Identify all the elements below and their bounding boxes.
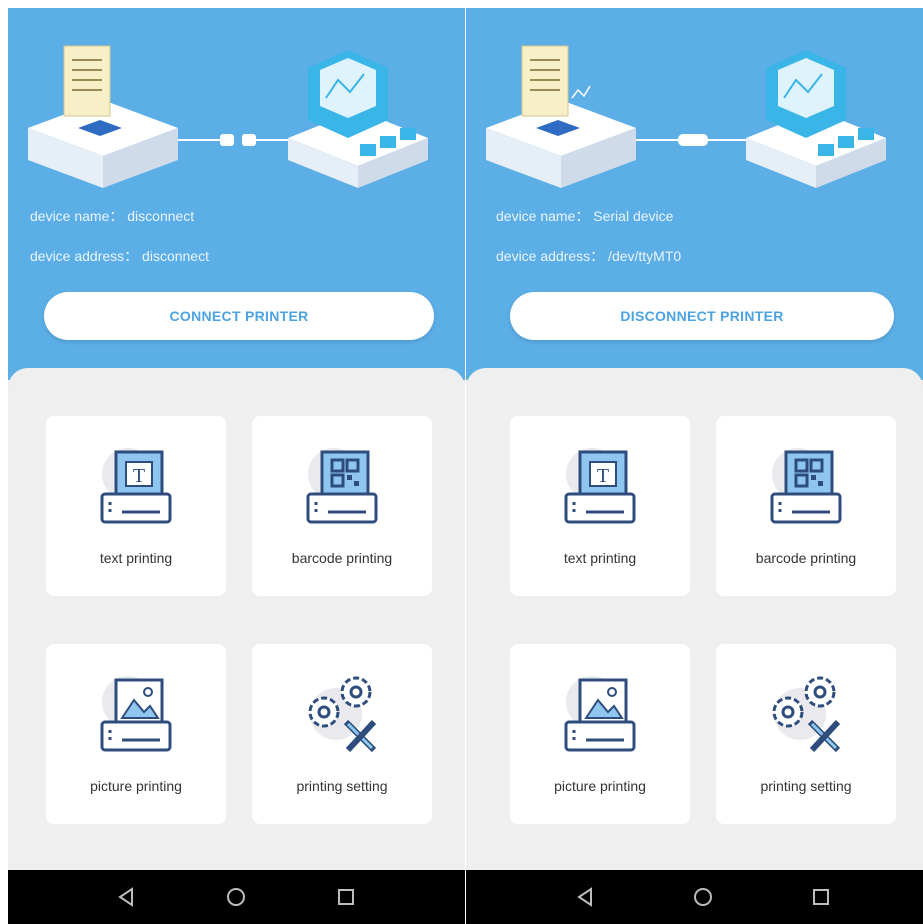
card-picture-printing[interactable]: picture printing	[510, 644, 690, 824]
header-panel: device name： Serial device device addres…	[466, 8, 923, 380]
back-icon[interactable]	[570, 882, 600, 912]
card-label: picture printing	[554, 778, 646, 794]
android-navbar	[466, 870, 923, 924]
text-print-icon: T	[100, 448, 172, 524]
card-label: printing setting	[296, 778, 388, 794]
recents-icon[interactable]	[806, 882, 836, 912]
barcode-print-icon	[306, 448, 378, 524]
barcode-print-icon	[770, 448, 842, 524]
recents-icon[interactable]	[331, 882, 361, 912]
screen-disconnected: device name： disconnect device address： …	[8, 8, 465, 924]
device-name-text: device name： Serial device	[496, 208, 674, 224]
picture-print-icon	[100, 676, 172, 752]
android-navbar	[8, 870, 465, 924]
picture-print-icon	[564, 676, 636, 752]
connect-printer-button[interactable]: CONNECT PRINTER	[44, 292, 434, 340]
settings-icon	[308, 676, 377, 753]
card-label: text printing	[563, 550, 637, 566]
back-icon[interactable]	[111, 882, 141, 912]
card-printing-setting[interactable]: printing setting	[716, 644, 896, 824]
header-panel: device name： disconnect device address： …	[8, 8, 465, 380]
printer-connection-illustration	[486, 45, 886, 188]
device-name-text: device name： disconnect	[30, 208, 195, 224]
card-label: picture printing	[90, 778, 182, 794]
card-label: barcode printing	[755, 550, 857, 566]
settings-icon	[772, 676, 841, 753]
card-label: printing setting	[760, 778, 852, 794]
home-icon[interactable]	[688, 882, 718, 912]
device-address-text: device address： /dev/ttyMT0	[496, 248, 682, 264]
svg-text:T: T	[597, 465, 609, 487]
card-barcode-printing[interactable]: barcode printing	[716, 416, 896, 596]
device-address-text: device address： disconnect	[30, 248, 209, 264]
disconnect-printer-button[interactable]: DISCONNECT PRINTER	[510, 292, 894, 340]
function-grid: T text printing barcode printing picture…	[8, 368, 465, 872]
card-label: text printing	[99, 550, 173, 566]
home-icon[interactable]	[221, 882, 251, 912]
card-barcode-printing[interactable]: barcode printing	[252, 416, 432, 596]
card-label: barcode printing	[291, 550, 393, 566]
function-grid: T text printing barcode printing picture…	[466, 368, 923, 872]
svg-text:T: T	[133, 465, 145, 487]
card-printing-setting[interactable]: printing setting	[252, 644, 432, 824]
screen-connected: device name： Serial device device addres…	[466, 8, 923, 924]
card-text-printing[interactable]: T text printing	[46, 416, 226, 596]
card-text-printing[interactable]: T text printing	[510, 416, 690, 596]
text-print-icon: T	[564, 448, 636, 524]
card-picture-printing[interactable]: picture printing	[46, 644, 226, 824]
printer-connection-illustration	[28, 45, 428, 188]
